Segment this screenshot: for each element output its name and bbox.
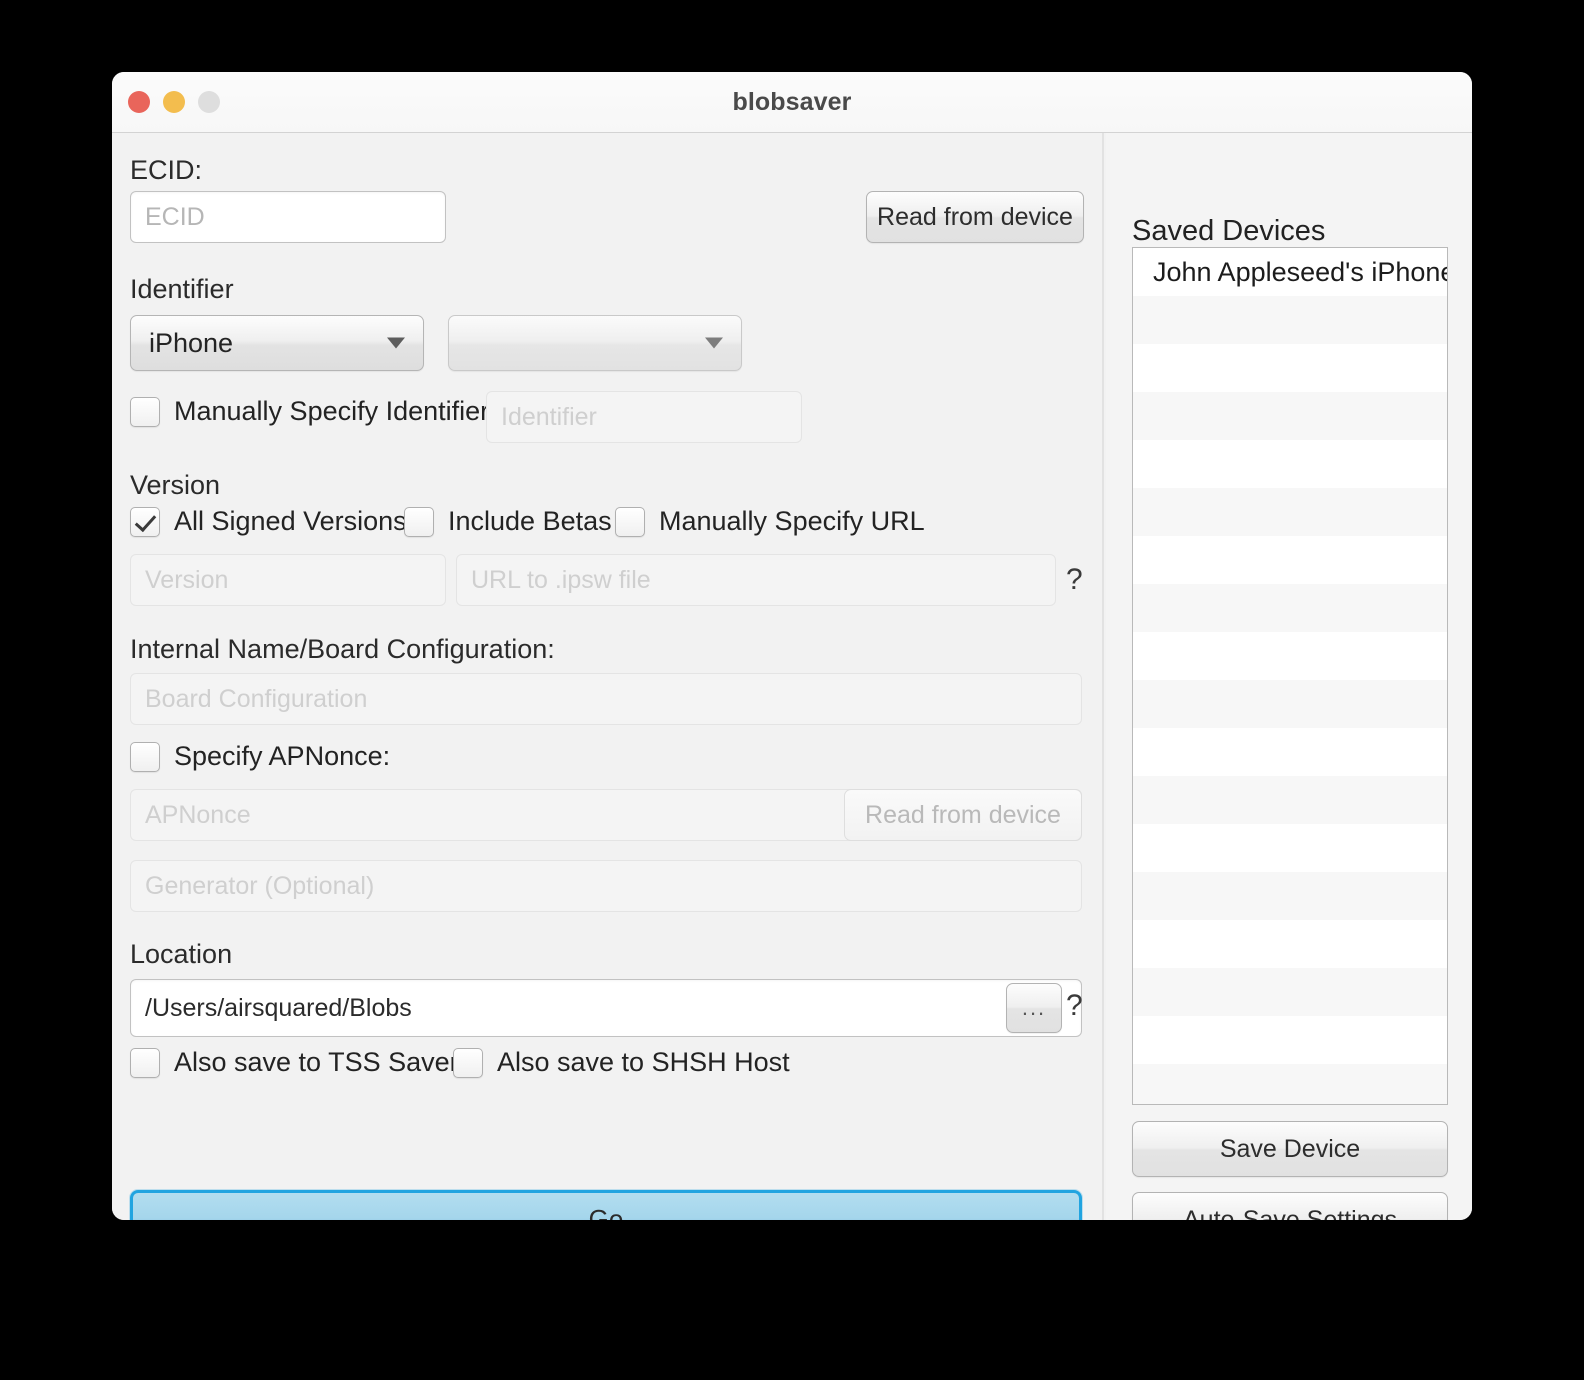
ipsw-url-placeholder: URL to .ipsw file [471, 565, 651, 594]
saved-devices-panel: Saved Devices John Appleseed's iPhone Sa… [1106, 133, 1472, 1220]
manual-url-checkbox[interactable] [615, 506, 645, 537]
location-label: Location [130, 939, 233, 969]
apnonce-placeholder: APNonce [145, 800, 251, 829]
saved-device-empty-row [1133, 632, 1447, 680]
saved-device-empty-row [1133, 920, 1447, 968]
panel-divider [1102, 133, 1104, 1220]
saved-device-empty-row [1133, 1064, 1447, 1104]
main-form-panel: ECID: ECID Read from device Identifier i… [112, 133, 1100, 1220]
ecid-read-from-device-button[interactable]: Read from device [866, 191, 1084, 243]
specify-apnonce-label: Specify APNonce: [174, 741, 391, 771]
save-device-button[interactable]: Save Device [1132, 1121, 1448, 1177]
version-label: Version [130, 470, 221, 500]
ecid-placeholder: ECID [145, 202, 205, 231]
generator-placeholder: Generator (Optional) [145, 871, 375, 900]
shsh-host-checkbox[interactable] [453, 1047, 483, 1078]
board-configuration-label: Internal Name/Board Configuration: [130, 634, 555, 664]
apnonce-read-from-device-button[interactable]: Read from device [844, 789, 1082, 841]
title-bar: blobsaver [112, 72, 1472, 133]
tss-saver-checkbox-row[interactable]: Also save to TSS Saver [130, 1047, 459, 1078]
location-input[interactable]: /Users/airsquared/Blobs [130, 979, 1082, 1037]
saved-devices-list[interactable]: John Appleseed's iPhone [1132, 247, 1448, 1105]
saved-device-empty-row [1133, 296, 1447, 344]
all-signed-versions-label: All Signed Versions [174, 506, 407, 536]
saved-device-empty-row [1133, 584, 1447, 632]
saved-device-empty-row [1133, 776, 1447, 824]
saved-devices-title: Saved Devices [1132, 215, 1326, 247]
ipsw-url-input[interactable]: URL to .ipsw file [456, 554, 1056, 606]
app-window: blobsaver ECID: ECID Read from device Id… [112, 72, 1472, 1220]
location-browse-button[interactable]: ... [1006, 983, 1062, 1033]
chevron-down-icon [705, 337, 723, 349]
all-signed-versions-checkbox[interactable] [130, 506, 160, 537]
saved-device-empty-row [1133, 536, 1447, 584]
manual-url-checkbox-row[interactable]: Manually Specify URL [615, 506, 925, 537]
manual-identifier-input[interactable]: Identifier [486, 391, 802, 443]
saved-device-empty-row [1133, 728, 1447, 776]
saved-device-empty-row [1133, 872, 1447, 920]
saved-device-empty-row [1133, 344, 1447, 392]
include-betas-label: Include Betas [448, 506, 612, 536]
saved-device-row[interactable]: John Appleseed's iPhone [1133, 248, 1447, 296]
manual-url-label: Manually Specify URL [659, 506, 925, 536]
device-model-dropdown[interactable] [448, 315, 742, 371]
manual-identifier-label: Manually Specify Identifier: [174, 396, 497, 426]
manual-identifier-checkbox-row[interactable]: Manually Specify Identifier: [130, 396, 497, 427]
saved-device-empty-row [1133, 488, 1447, 536]
auto-save-settings-button[interactable]: Auto-Save Settings [1132, 1192, 1448, 1220]
chevron-down-icon [387, 337, 405, 349]
shsh-host-checkbox-row[interactable]: Also save to SHSH Host [453, 1047, 790, 1078]
version-input[interactable]: Version [130, 554, 446, 606]
saved-device-empty-row [1133, 968, 1447, 1016]
board-configuration-input[interactable]: Board Configuration [130, 673, 1082, 725]
device-type-dropdown[interactable]: iPhone [130, 315, 424, 371]
board-configuration-placeholder: Board Configuration [145, 684, 368, 713]
ecid-label: ECID: [130, 155, 203, 185]
identifier-label: Identifier [130, 274, 234, 304]
shsh-host-label: Also save to SHSH Host [497, 1047, 790, 1077]
window-content: ECID: ECID Read from device Identifier i… [112, 133, 1472, 1220]
manual-identifier-placeholder: Identifier [501, 402, 597, 431]
version-placeholder: Version [145, 565, 229, 594]
go-button[interactable]: Go [130, 1190, 1082, 1220]
generator-input[interactable]: Generator (Optional) [130, 860, 1082, 912]
saved-device-empty-row [1133, 392, 1447, 440]
saved-device-empty-row [1133, 680, 1447, 728]
tss-saver-checkbox[interactable] [130, 1047, 160, 1078]
location-value: /Users/airsquared/Blobs [145, 993, 412, 1022]
saved-device-empty-row [1133, 440, 1447, 488]
version-help-icon[interactable]: ? [1066, 565, 1083, 595]
saved-device-empty-row [1133, 1016, 1447, 1064]
saved-device-empty-row [1133, 824, 1447, 872]
specify-apnonce-checkbox[interactable] [130, 741, 160, 772]
include-betas-checkbox-row[interactable]: Include Betas [404, 506, 612, 537]
ecid-input[interactable]: ECID [130, 191, 446, 243]
device-type-value: iPhone [149, 327, 234, 358]
window-title: blobsaver [732, 88, 852, 116]
location-help-icon[interactable]: ? [1066, 991, 1083, 1021]
all-signed-versions-checkbox-row[interactable]: All Signed Versions [130, 506, 407, 537]
tss-saver-label: Also save to TSS Saver [174, 1047, 459, 1077]
specify-apnonce-checkbox-row[interactable]: Specify APNonce: [130, 741, 390, 772]
include-betas-checkbox[interactable] [404, 506, 434, 537]
manual-identifier-checkbox[interactable] [130, 396, 160, 427]
